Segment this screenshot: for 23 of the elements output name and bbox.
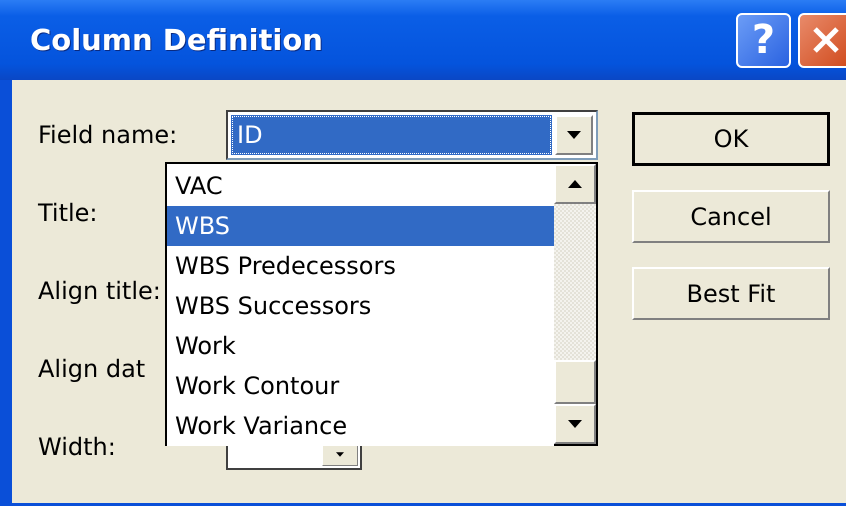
list-item[interactable]: WBS: [167, 206, 554, 246]
field-label: Align dat: [38, 354, 146, 385]
field-label: Align title:: [38, 276, 161, 307]
close-icon: [810, 25, 840, 55]
down-arrow-icon: [568, 420, 582, 428]
dropdown-button[interactable]: [555, 115, 593, 155]
dialog-button[interactable]: OK: [632, 112, 830, 166]
caret-icon: [567, 131, 581, 139]
up-arrow-icon: [568, 180, 582, 188]
scroll-thumb[interactable]: [554, 360, 596, 404]
field-label: Field name:: [38, 120, 178, 151]
help-button[interactable]: ?: [736, 12, 791, 68]
close-button[interactable]: [798, 12, 846, 68]
scrollbar[interactable]: [554, 164, 596, 444]
dialog-button[interactable]: Cancel: [632, 190, 830, 243]
dialog-button[interactable]: Best Fit: [632, 267, 830, 320]
scroll-down-button[interactable]: [554, 404, 596, 444]
field-label: Title:: [38, 198, 98, 229]
caret-icon: [336, 452, 344, 456]
scroll-up-button[interactable]: [554, 164, 596, 204]
field-label: Width:: [38, 432, 116, 463]
window-title: Column Definition: [30, 23, 324, 57]
field-name-combo[interactable]: ID: [226, 110, 598, 160]
